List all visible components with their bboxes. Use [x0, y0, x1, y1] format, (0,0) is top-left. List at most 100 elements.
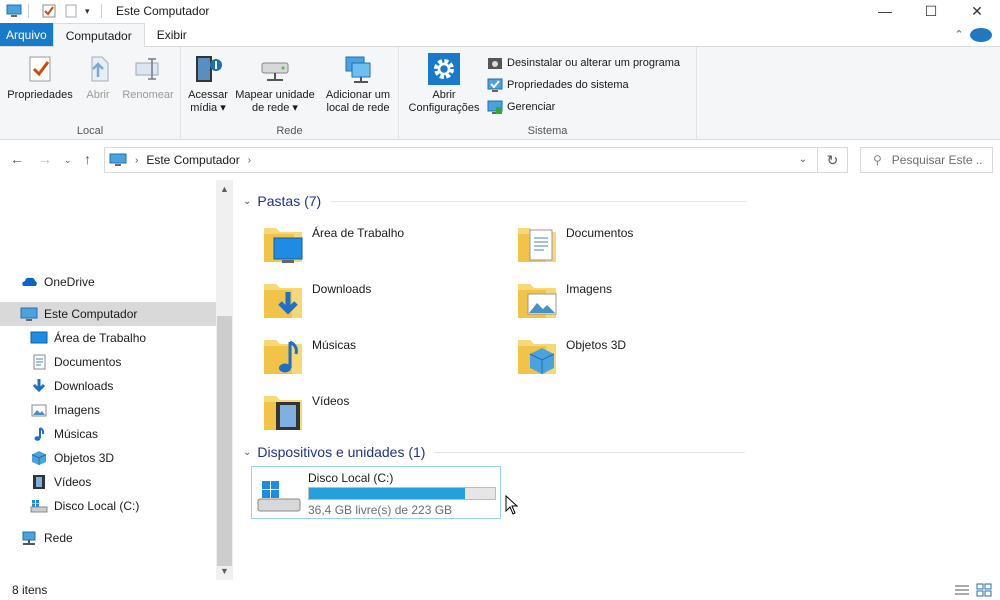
system-properties-button[interactable]: Propriedades do sistema — [487, 76, 629, 94]
separator — [101, 4, 102, 18]
tab-file[interactable]: Arquivo — [0, 23, 53, 46]
add-network-location-button[interactable]: Adicionar um local de rede — [321, 53, 395, 115]
properties-check-icon[interactable] — [41, 3, 57, 19]
sidebar-scrollbar[interactable]: ▲ ▼ — [216, 180, 233, 580]
download-arrow-icon — [30, 378, 48, 394]
sidebar-item-desktop[interactable]: Área de Trabalho — [0, 326, 216, 350]
open-button[interactable]: Abrir — [80, 53, 116, 102]
help-icon[interactable]: ? — [970, 27, 992, 42]
sidebar-item-downloads[interactable]: Downloads — [0, 374, 216, 398]
collapse-chevron-icon[interactable]: ⌄ — [243, 196, 251, 207]
map-drive-button[interactable]: Mapear unidade de rede ▾ — [231, 53, 319, 115]
folder-videos[interactable]: Vídeos — [262, 390, 512, 440]
collapse-chevron-icon[interactable]: ⌄ — [243, 447, 251, 458]
collapse-ribbon-icon[interactable]: ⌃ — [948, 28, 970, 41]
uninstall-program-button[interactable]: Desinstalar ou alterar um programa — [487, 54, 680, 72]
sidebar-item-onedrive[interactable]: OneDrive — [0, 270, 216, 294]
search-input[interactable] — [891, 153, 982, 167]
scroll-down-icon[interactable]: ▼ — [216, 566, 233, 576]
new-folder-icon[interactable] — [63, 3, 79, 19]
breadcrumb[interactable]: Este Computador — [146, 153, 239, 167]
desktop-folder-icon — [262, 222, 306, 266]
sidebar-item-pictures[interactable]: Imagens — [0, 398, 216, 422]
large-icons-view-icon[interactable] — [976, 583, 992, 597]
documents-folder-icon — [516, 222, 560, 266]
up-arrow-icon[interactable]: ↑ — [84, 151, 91, 167]
breadcrumb-separator[interactable]: › — [248, 155, 251, 166]
ribbon: Propriedades Abrir Renomear Local Acessa… — [0, 47, 1000, 140]
folder-documents[interactable]: Documentos — [516, 222, 766, 272]
drive-local-disk-c[interactable]: Disco Local (C:) 36,4 GB livre(s) de 223… — [251, 466, 501, 519]
computer-icon — [109, 153, 127, 167]
sidebar-item-documents[interactable]: Documentos — [0, 350, 216, 374]
sidebar-item-label: Disco Local (C:) — [54, 499, 140, 513]
sidebar-item-videos[interactable]: Vídeos — [0, 470, 216, 494]
hard-drive-icon — [30, 498, 48, 514]
properties-label: Propriedades — [7, 89, 73, 101]
folders-section-header[interactable]: ⌄ Pastas (7) — [243, 192, 747, 210]
tab-computer[interactable]: Computador — [52, 23, 145, 47]
folder-label: Imagens — [566, 282, 613, 296]
sidebar-item-3d-objects[interactable]: Objetos 3D — [0, 446, 216, 470]
folders-header-label: Pastas (7) — [257, 193, 322, 209]
refresh-button[interactable]: ↻ — [818, 147, 848, 173]
sidebar-item-music[interactable]: Músicas — [0, 422, 216, 446]
sidebar-item-label: Área de Trabalho — [54, 331, 147, 345]
network-location-icon — [342, 53, 374, 85]
open-label: Abrir — [86, 89, 110, 101]
scrollbar-thumb[interactable] — [217, 316, 232, 566]
minimize-button[interactable]: — — [862, 0, 908, 22]
computer-icon — [20, 306, 38, 322]
computer-icon[interactable] — [6, 3, 22, 19]
folder-downloads[interactable]: Downloads — [262, 278, 512, 328]
manage-button[interactable]: Gerenciar — [487, 98, 555, 116]
folder-3d-objects[interactable]: Objetos 3D — [516, 334, 766, 384]
maximize-button[interactable]: ☐ — [908, 0, 954, 22]
sidebar-item-local-disk[interactable]: Disco Local (C:) — [0, 494, 216, 518]
status-bar: 8 itens — [0, 580, 1000, 600]
devices-section-header[interactable]: ⌄ Dispositivos e unidades (1) — [243, 443, 746, 461]
tab-view[interactable]: Exibir — [145, 23, 199, 46]
sidebar-item-label: Rede — [44, 531, 73, 545]
search-icon: ⚲ — [873, 153, 882, 167]
item-count: 8 itens — [12, 583, 48, 597]
sidebar-item-label: Músicas — [54, 427, 99, 441]
ribbon-tabs: Arquivo Computador Exibir ⌃ ? — [0, 23, 1000, 47]
header-divider — [331, 200, 747, 202]
forward-arrow-icon[interactable]: → — [38, 151, 52, 167]
details-view-icon[interactable] — [954, 583, 970, 597]
sidebar-item-this-pc[interactable]: Este Computador — [0, 302, 216, 326]
cloud-icon — [20, 274, 38, 290]
folder-music[interactable]: Músicas — [262, 334, 512, 384]
folder-label: Vídeos — [312, 394, 350, 408]
sidebar-item-label: Vídeos — [54, 475, 92, 489]
rename-button[interactable]: Renomear — [118, 53, 178, 102]
breadcrumb-separator[interactable]: › — [135, 155, 138, 166]
close-button[interactable]: ✕ — [954, 0, 1000, 22]
picture-icon — [30, 402, 48, 418]
map-drive-label-1: Mapear unidade — [235, 89, 315, 101]
open-settings-button[interactable]: Abrir Configurações — [405, 53, 483, 115]
properties-button[interactable]: Propriedades — [6, 53, 74, 102]
system-properties-label: Propriedades do sistema — [507, 79, 629, 91]
folder-pictures[interactable]: Imagens — [516, 278, 766, 328]
address-dropdown-icon[interactable]: ⌄ — [799, 154, 807, 165]
scroll-up-icon[interactable]: ▲ — [216, 184, 233, 194]
back-arrow-icon[interactable]: ← — [10, 151, 24, 167]
search-box[interactable]: ⚲ — [860, 147, 993, 173]
map-drive-label-2: de rede ▾ — [252, 102, 298, 114]
recent-locations-chevron-icon[interactable]: ⌄ — [64, 155, 72, 166]
open-icon — [82, 53, 114, 85]
folder-label: Objetos 3D — [566, 338, 627, 352]
cube-icon — [30, 450, 48, 466]
desktop-icon — [30, 330, 48, 346]
quick-access-dropdown-icon[interactable]: ▾ — [85, 3, 95, 19]
network-icon — [20, 530, 38, 546]
sidebar-item-network[interactable]: Rede — [0, 526, 216, 550]
folder-desktop[interactable]: Área de Trabalho — [262, 222, 512, 272]
access-media-button[interactable]: Acessar mídia ▾ — [185, 53, 231, 115]
address-bar[interactable]: › Este Computador › ⌄ — [104, 147, 818, 173]
uninstall-label: Desinstalar ou alterar um programa — [507, 57, 681, 69]
sidebar-item-label: OneDrive — [44, 275, 95, 289]
folder-label: Área de Trabalho — [312, 226, 405, 240]
